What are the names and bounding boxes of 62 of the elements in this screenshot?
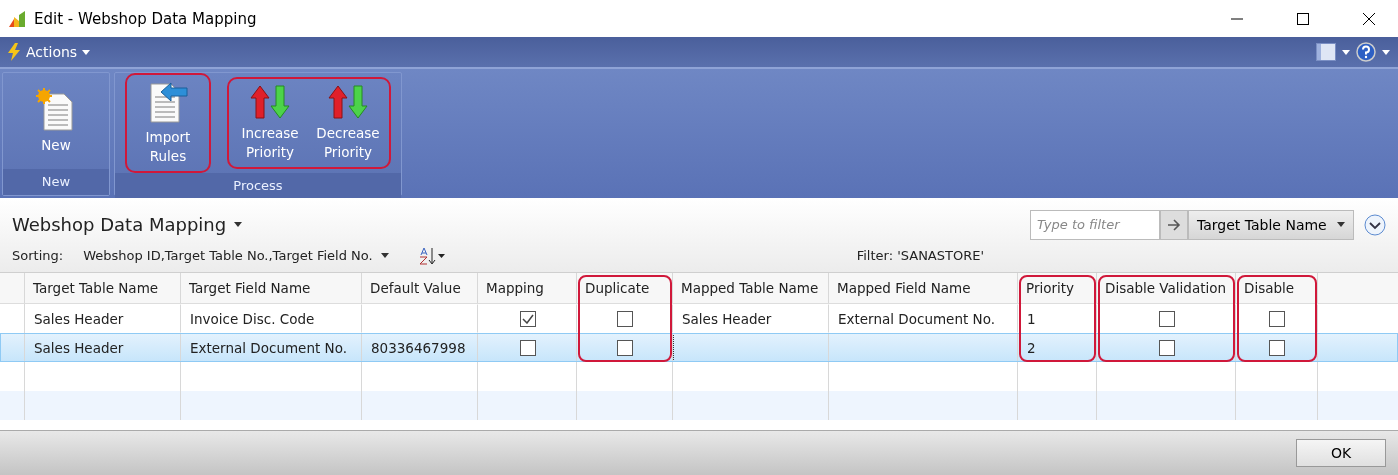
column-header[interactable]: Priority [1018, 273, 1097, 303]
table-cell: Sales Header [682, 310, 772, 327]
table-cell: Sales Header [34, 339, 124, 356]
column-header[interactable]: Default Value [362, 273, 478, 303]
sorting-label: Sorting: [12, 248, 64, 263]
filter-field[interactable]: Type to filter [1030, 209, 1160, 240]
table-cell: 2 [1027, 339, 1036, 356]
layout-icon[interactable] [1316, 43, 1336, 61]
checkbox[interactable] [617, 310, 633, 327]
filter-column-select[interactable]: Target Table Name [1188, 209, 1354, 240]
table-cell: Invoice Disc. Code [190, 310, 315, 327]
column-header[interactable]: Target Field Name [181, 273, 362, 303]
checkbox[interactable] [1158, 310, 1175, 327]
up-down-arrows-icon [328, 84, 368, 120]
lightning-icon [8, 43, 20, 61]
new-document-icon [36, 87, 76, 132]
caret-icon [234, 222, 243, 227]
actions-menu[interactable]: Actions [26, 44, 91, 60]
selected-row[interactable]: Sales Header External Document No. 80336467998 2 [0, 333, 1398, 362]
group-label: New [3, 169, 109, 195]
column-header[interactable]: Disable [1236, 273, 1318, 303]
app-logo-icon [8, 9, 26, 28]
expand-icon[interactable] [1364, 213, 1386, 236]
table-cell: Sales Header [34, 310, 124, 327]
caret-icon [380, 253, 389, 258]
table-cell: 1 [1027, 310, 1036, 327]
column-header[interactable]: Duplicate [577, 273, 673, 303]
page-title[interactable]: Webshop Data Mapping [12, 214, 227, 235]
checkbox[interactable] [1269, 339, 1285, 356]
checkbox[interactable] [617, 339, 633, 356]
caret-icon [82, 49, 91, 55]
column-header[interactable]: Mapped Table Name [673, 273, 829, 303]
ribbon-button[interactable]: New [21, 85, 91, 157]
ribbon-button[interactable]: Decrease Priority [313, 82, 383, 164]
sorting-select[interactable]: Webshop ID,Target Table No.,Target Field No. [83, 248, 389, 263]
checkbox[interactable] [1269, 310, 1285, 327]
caret-icon [1342, 49, 1350, 55]
checkbox[interactable] [519, 310, 536, 327]
caret-icon [1337, 222, 1345, 227]
column-header[interactable]: Mapping [478, 273, 577, 303]
import-icon [147, 80, 189, 124]
help-icon[interactable] [1356, 42, 1376, 62]
caret-icon [1382, 49, 1390, 55]
filter-text: Filter: 'SANASTORE' [856, 248, 984, 263]
column-header[interactable]: Disable Validation [1097, 273, 1236, 303]
table-cell: External Document No. [190, 339, 347, 356]
column-header[interactable]: Target Table Name [25, 273, 181, 303]
ribbon-button[interactable]: Increase Priority [235, 82, 305, 164]
arrow-right-icon[interactable] [1160, 209, 1188, 240]
ribbon-button[interactable]: Import Rules [133, 78, 203, 168]
checkbox[interactable] [1158, 339, 1175, 356]
maximize-icon[interactable] [1296, 11, 1310, 26]
ok-button[interactable]: OK [1296, 439, 1386, 467]
up-down-arrows-icon [250, 84, 290, 120]
group-label: Process [115, 173, 401, 199]
checkbox[interactable] [519, 339, 536, 356]
table-cell: External Document No. [838, 310, 995, 327]
close-icon[interactable] [1362, 11, 1376, 26]
window-title: Edit - Webshop Data Mapping [34, 9, 258, 28]
table-cell: 80336467998 [371, 339, 466, 356]
sort-icon[interactable] [418, 246, 447, 265]
column-header[interactable]: Mapped Field Name [829, 273, 1018, 303]
